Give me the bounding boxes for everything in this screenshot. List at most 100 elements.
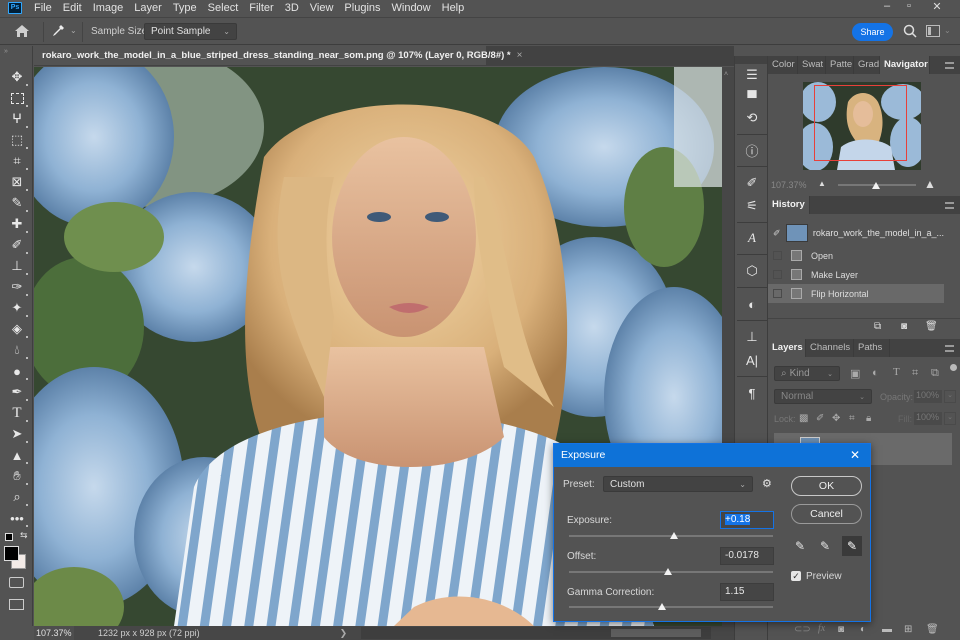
tab-history[interactable]: History (768, 196, 810, 214)
marquee-tool-icon[interactable] (7, 89, 28, 107)
gamma-input[interactable]: 1.15 (720, 583, 774, 601)
scroll-up-icon[interactable]: ˄ (724, 71, 728, 78)
close-dialog-icon[interactable]: ✕ (850, 444, 860, 467)
ok-button[interactable]: OK (791, 476, 862, 496)
layer-mask-icon[interactable]: ◙ (838, 624, 844, 635)
brush-settings-icon[interactable]: ⚟ (742, 197, 762, 215)
opacity-chevron-icon[interactable]: ⌄ (944, 390, 956, 403)
panel-menu-icon[interactable] (945, 62, 954, 69)
lock-all-icon[interactable]: 🔒︎ (866, 413, 871, 424)
brush-tool-icon[interactable]: ✐ (7, 236, 28, 254)
camera-snapshot-icon[interactable]: ◙ (901, 321, 907, 332)
home-icon[interactable] (14, 24, 30, 38)
menu-view[interactable]: View (310, 2, 334, 14)
menu-help[interactable]: Help (442, 2, 465, 14)
filter-shape-icon[interactable]: ⌗ (912, 367, 918, 380)
swap-colors-icon[interactable]: ⇆ (20, 530, 28, 541)
preview-checkbox[interactable]: ✓ (791, 571, 801, 581)
foreground-color-swatch[interactable] (4, 546, 19, 561)
character-icon[interactable]: A| (742, 351, 762, 369)
menu-image[interactable]: Image (93, 2, 124, 14)
filter-toggle-icon[interactable] (950, 364, 957, 371)
zoom-out-icon[interactable]: ▲ (818, 179, 826, 188)
workspace-icon[interactable] (926, 25, 940, 37)
filter-type-icon[interactable]: T (893, 366, 900, 378)
tab-gradients[interactable]: Gradi (854, 56, 880, 74)
menu-select[interactable]: Select (208, 2, 239, 14)
close-window-icon[interactable]: ✕ (926, 0, 948, 13)
eyedropper-tool-icon[interactable]: ✎ (7, 194, 28, 212)
quick-mask-icon[interactable] (9, 577, 24, 588)
frame-tool-icon[interactable]: ⊠ (7, 173, 28, 191)
blend-mode-select[interactable]: Normal ⌄ (774, 389, 872, 404)
healing-brush-tool-icon[interactable]: ✚ (7, 215, 28, 233)
panel-menu-icon[interactable] (945, 202, 954, 209)
offset-slider-thumb[interactable] (663, 568, 672, 575)
link-layers-icon[interactable]: ⊂⊃ (794, 624, 811, 635)
history-state[interactable]: Open (768, 246, 944, 265)
filter-pixel-icon[interactable]: ▣ (850, 367, 860, 380)
blur-tool-icon[interactable]: 💧︎ (7, 341, 28, 359)
gamma-slider-thumb[interactable] (657, 603, 666, 610)
tab-layers[interactable]: Layers (768, 339, 806, 357)
menu-edit[interactable]: Edit (63, 2, 82, 14)
history-icon[interactable]: ⟲ (742, 109, 762, 127)
lock-transparent-icon[interactable]: ▩ (799, 413, 808, 424)
history-snapshot[interactable]: ✐ rokaro_work_the_model_in_a_... (770, 222, 944, 244)
history-source-checkbox[interactable] (773, 270, 782, 279)
eyedropper-icon[interactable] (50, 23, 66, 39)
libraries-icon[interactable]: ▀ (742, 88, 762, 106)
delete-layer-icon[interactable]: 🗑︎ (926, 624, 939, 635)
history-state[interactable]: Make Layer (768, 265, 944, 284)
lock-position-icon[interactable]: ✥ (832, 413, 840, 424)
horizontal-scroll-thumb[interactable] (611, 629, 702, 637)
dialog-title-bar[interactable]: Exposure ✕ (554, 444, 870, 467)
clone-stamp-tool-icon[interactable]: ⊥ (7, 257, 28, 275)
share-button[interactable]: Share (852, 23, 893, 41)
zoom-tool-icon[interactable]: ⌕ (7, 488, 28, 506)
type-tool-icon[interactable]: T (7, 404, 28, 422)
lasso-tool-icon[interactable]: ⵖ (7, 110, 28, 128)
menu-file[interactable]: File (34, 2, 52, 14)
minimize-icon[interactable]: – (876, 0, 898, 12)
history-source-checkbox[interactable] (773, 289, 782, 298)
clone-source-icon[interactable]: ⊥ (742, 328, 762, 346)
paragraph-icon[interactable]: ¶ (742, 384, 762, 402)
restore-icon[interactable]: ▫ (898, 0, 920, 12)
cancel-button[interactable]: Cancel (791, 504, 862, 524)
pen-tool-icon[interactable]: ✒ (7, 383, 28, 401)
crop-tool-icon[interactable]: ⌗ (7, 152, 28, 170)
sample-size-select[interactable]: Point Sample ⌄ (144, 23, 237, 40)
menu-type[interactable]: Type (173, 2, 197, 14)
workspace-chevron-icon[interactable]: ⌄ (944, 26, 951, 35)
menu-3d[interactable]: 3D (285, 2, 299, 14)
path-selection-tool-icon[interactable]: ➤ (7, 425, 28, 443)
tool-preset-chevron-icon[interactable]: ⌄ (70, 26, 77, 35)
lock-pixels-icon[interactable]: ✐ (816, 413, 824, 424)
eraser-tool-icon[interactable]: ✦ (7, 299, 28, 317)
navigator-thumbnail[interactable] (803, 82, 921, 170)
panel-menu-icon[interactable] (945, 345, 954, 352)
filter-smart-object-icon[interactable]: ⧉ (931, 367, 939, 380)
history-state-selected[interactable]: Flip Horizontal (768, 284, 944, 303)
menu-filter[interactable]: Filter (249, 2, 273, 14)
menu-window[interactable]: Window (392, 2, 431, 14)
dodge-tool-icon[interactable]: ● (7, 362, 28, 380)
zoom-level-field[interactable]: 107.37% (34, 626, 74, 640)
history-brush-source-icon[interactable]: ✐ (773, 228, 781, 239)
screen-mode-icon[interactable] (9, 599, 24, 610)
3d-icon[interactable]: ⬡ (742, 262, 762, 280)
close-document-icon[interactable]: × (517, 50, 523, 61)
gray-point-eyedropper-icon[interactable]: ✎ (820, 539, 830, 553)
history-brush-tool-icon[interactable]: ✑ (7, 278, 28, 296)
navigator-zoom-thumb[interactable] (872, 182, 880, 189)
more-tools-icon[interactable]: ••• (7, 509, 28, 527)
adjustment-layer-icon[interactable]: ◐ (860, 624, 866, 635)
white-point-eyedropper-icon[interactable]: ✎ (842, 536, 862, 556)
adjustment-layer-icon[interactable]: ◐ (742, 295, 762, 313)
new-layer-icon[interactable]: ⊞ (904, 624, 912, 635)
menu-layer[interactable]: Layer (134, 2, 162, 14)
dock-collapse-bar[interactable] (735, 56, 767, 64)
object-selection-tool-icon[interactable]: ⬚ (7, 131, 28, 149)
exposure-slider-thumb[interactable] (670, 532, 679, 539)
